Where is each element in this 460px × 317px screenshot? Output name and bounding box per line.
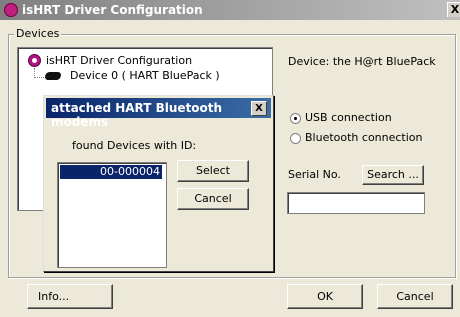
bluetooth-radio-label: Bluetooth connection <box>305 131 423 144</box>
modem-device-icon <box>43 72 63 80</box>
found-devices-label: found Devices with ID: <box>72 139 197 152</box>
usb-radio-label: USB connection <box>305 111 392 124</box>
dialog-title-bar: attached HART Bluetooth modems X <box>46 98 271 129</box>
usb-radio[interactable]: USB connection <box>290 111 392 124</box>
list-item[interactable]: 00-000004 <box>60 165 162 179</box>
info-button-label: Info... <box>38 290 70 303</box>
bluetooth-radio[interactable]: Bluetooth connection <box>290 131 423 144</box>
window-close-button[interactable]: X <box>447 2 460 17</box>
radio-unchecked-icon <box>290 132 301 144</box>
app-icon <box>4 3 18 17</box>
search-button[interactable]: Search ... <box>362 165 424 185</box>
tree-root-item[interactable]: isHRT Driver Configuration <box>46 54 192 67</box>
ok-button[interactable]: OK <box>287 284 363 309</box>
tree-device-item[interactable]: Device 0 ( HART BluePack ) <box>70 69 220 82</box>
serial-label: Serial No. <box>288 168 341 181</box>
cancel-button[interactable]: Cancel <box>377 284 453 309</box>
info-button[interactable]: Info... <box>27 284 113 309</box>
serial-number-input[interactable] <box>287 192 425 214</box>
devices-group-label: Devices <box>14 27 62 40</box>
device-info: Device: the H@rt BluePack <box>288 55 436 68</box>
tree-connector-line <box>34 77 44 78</box>
select-button[interactable]: Select <box>177 160 249 182</box>
bluetooth-modems-dialog: attached HART Bluetooth modems X found D… <box>43 95 274 272</box>
driver-icon <box>28 54 41 67</box>
window-title-bar: isHRT Driver Configuration X <box>0 0 460 20</box>
dialog-title: attached HART Bluetooth modems <box>51 101 223 129</box>
dialog-close-button[interactable]: X <box>251 101 267 116</box>
window-title: isHRT Driver Configuration <box>22 3 203 17</box>
found-devices-list[interactable]: 00-000004 <box>57 162 167 268</box>
radio-checked-icon <box>290 112 301 124</box>
dialog-cancel-button[interactable]: Cancel <box>177 188 249 210</box>
